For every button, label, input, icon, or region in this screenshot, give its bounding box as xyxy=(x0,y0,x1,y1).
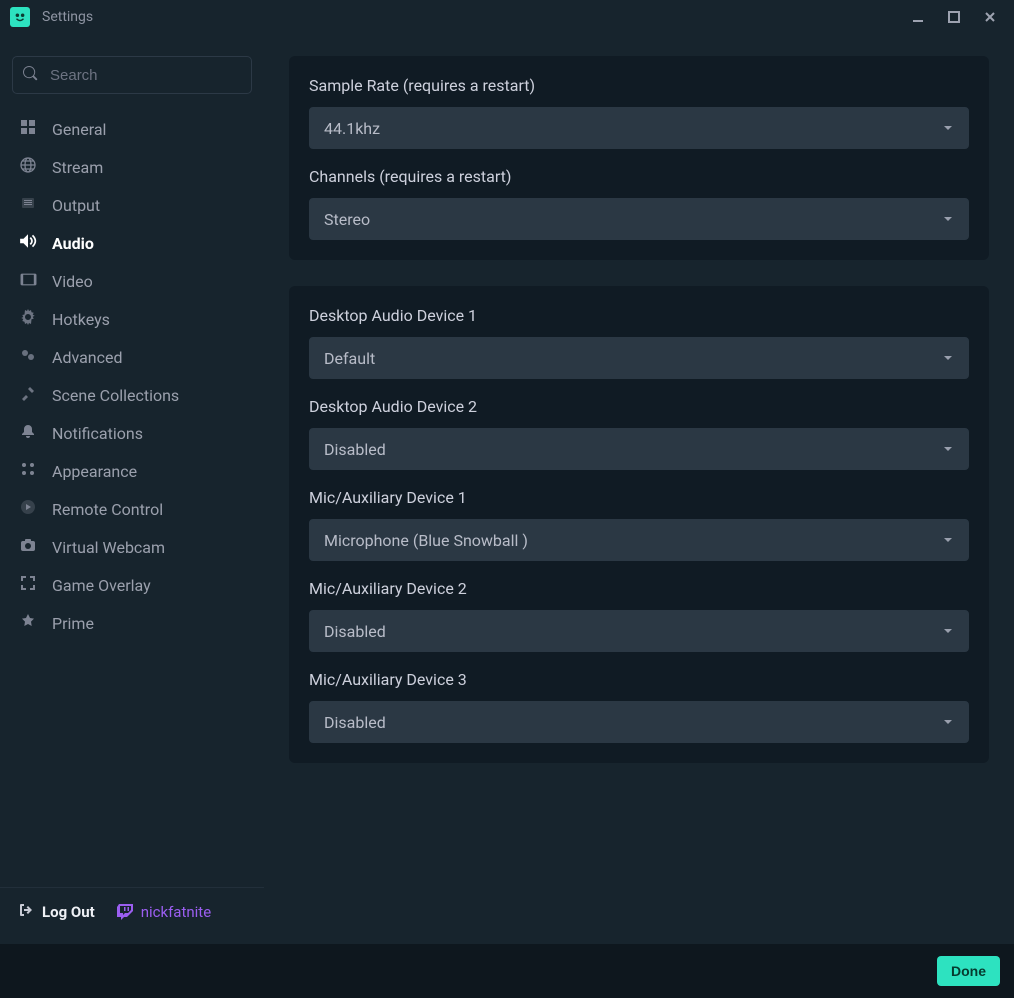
sidebar-item-game-overlay[interactable]: Game Overlay xyxy=(0,566,264,604)
gears-icon xyxy=(18,347,38,367)
mic-aux-3-select[interactable]: Disabled xyxy=(309,701,969,743)
channels-label: Channels (requires a restart) xyxy=(309,167,969,186)
sample-rate-select[interactable]: 44.1khz xyxy=(309,107,969,149)
mic-aux-3-label: Mic/Auxiliary Device 3 xyxy=(309,670,969,689)
select-value: Stereo xyxy=(324,210,370,229)
chevron-down-icon xyxy=(942,440,954,459)
chevron-down-icon xyxy=(942,531,954,550)
mic-aux-1-select[interactable]: Microphone (Blue Snowball ) xyxy=(309,519,969,561)
sidebar-item-appearance[interactable]: Appearance xyxy=(0,452,264,490)
desktop-audio-1-select[interactable]: Default xyxy=(309,337,969,379)
sidebar-item-remote-control[interactable]: Remote Control xyxy=(0,490,264,528)
chevron-down-icon xyxy=(942,713,954,732)
sidebar-item-output[interactable]: Output xyxy=(0,186,264,224)
mic-aux-2-label: Mic/Auxiliary Device 2 xyxy=(309,579,969,598)
gear-icon xyxy=(18,309,38,329)
expand-icon xyxy=(18,575,38,595)
maximize-button[interactable] xyxy=(936,2,972,32)
logout-button[interactable]: Log Out xyxy=(18,902,95,922)
footer-bar: Done xyxy=(0,944,1014,998)
bell-icon xyxy=(18,423,38,443)
mic-aux-2-select[interactable]: Disabled xyxy=(309,610,969,652)
audio-icon xyxy=(18,232,38,254)
chevron-down-icon xyxy=(942,349,954,368)
chevron-down-icon xyxy=(942,622,954,641)
sidebar-item-label: Stream xyxy=(52,158,103,177)
sidebar-item-label: Video xyxy=(52,272,93,291)
select-value: Disabled xyxy=(324,622,386,641)
title-bar: Settings xyxy=(0,0,1014,34)
video-icon xyxy=(18,271,38,292)
sidebar-item-label: Remote Control xyxy=(52,500,163,519)
sidebar-nav: General Stream Output xyxy=(0,102,264,642)
sidebar-item-label: Virtual Webcam xyxy=(52,538,165,557)
search-input[interactable] xyxy=(48,66,251,85)
tools-icon xyxy=(18,385,38,405)
sidebar: General Stream Output xyxy=(0,34,264,944)
select-value: Disabled xyxy=(324,440,386,459)
play-icon xyxy=(18,499,38,519)
sidebar-item-virtual-webcam[interactable]: Virtual Webcam xyxy=(0,528,264,566)
sidebar-item-stream[interactable]: Stream xyxy=(0,148,264,186)
desktop-audio-1-label: Desktop Audio Device 1 xyxy=(309,306,969,325)
settings-window: Settings xyxy=(0,0,1014,998)
mic-aux-1-label: Mic/Auxiliary Device 1 xyxy=(309,488,969,507)
logout-label: Log Out xyxy=(42,903,95,921)
search-input-wrapper[interactable] xyxy=(12,56,252,94)
search-icon xyxy=(23,66,38,85)
close-button[interactable] xyxy=(972,2,1008,32)
done-button[interactable]: Done xyxy=(937,956,1000,986)
sidebar-item-label: General xyxy=(52,120,106,139)
sidebar-item-label: Game Overlay xyxy=(52,576,151,595)
sidebar-item-label: Output xyxy=(52,196,100,215)
window-title: Settings xyxy=(42,9,93,25)
twitch-username: nickfatnite xyxy=(141,903,211,921)
sample-rate-label: Sample Rate (requires a restart) xyxy=(309,76,969,95)
sidebar-item-scene-collections[interactable]: Scene Collections xyxy=(0,376,264,414)
app-icon xyxy=(10,7,30,27)
twitch-user[interactable]: nickfatnite xyxy=(117,903,211,921)
sidebar-item-advanced[interactable]: Advanced xyxy=(0,338,264,376)
chevron-down-icon xyxy=(942,210,954,229)
appearance-icon xyxy=(18,461,38,481)
chevron-down-icon xyxy=(942,119,954,138)
select-value: Disabled xyxy=(324,713,386,732)
sidebar-item-general[interactable]: General xyxy=(0,110,264,148)
star-icon xyxy=(18,613,38,633)
desktop-audio-2-select[interactable]: Disabled xyxy=(309,428,969,470)
sidebar-item-label: Appearance xyxy=(52,462,137,481)
globe-icon xyxy=(18,157,38,177)
sidebar-item-video[interactable]: Video xyxy=(0,262,264,300)
sidebar-footer: Log Out nickfatnite xyxy=(0,887,264,944)
sidebar-item-label: Advanced xyxy=(52,348,123,367)
output-icon xyxy=(18,195,38,215)
select-value: Microphone (Blue Snowball ) xyxy=(324,531,528,550)
channels-select[interactable]: Stereo xyxy=(309,198,969,240)
minimize-button[interactable] xyxy=(900,2,936,32)
sidebar-item-label: Audio xyxy=(52,234,94,253)
twitch-icon xyxy=(117,904,133,920)
sidebar-item-label: Prime xyxy=(52,614,94,633)
audio-devices-panel: Desktop Audio Device 1 Default Desktop A… xyxy=(289,286,989,763)
sidebar-item-label: Scene Collections xyxy=(52,386,179,405)
sidebar-item-notifications[interactable]: Notifications xyxy=(0,414,264,452)
sidebar-item-label: Notifications xyxy=(52,424,143,443)
audio-general-panel: Sample Rate (requires a restart) 44.1khz… xyxy=(289,56,989,260)
sidebar-item-label: Hotkeys xyxy=(52,310,110,329)
select-value: Default xyxy=(324,349,375,368)
logout-icon xyxy=(18,902,34,922)
sidebar-item-hotkeys[interactable]: Hotkeys xyxy=(0,300,264,338)
grid-icon xyxy=(18,119,38,139)
desktop-audio-2-label: Desktop Audio Device 2 xyxy=(309,397,969,416)
settings-content: Sample Rate (requires a restart) 44.1khz… xyxy=(264,34,1014,944)
sidebar-item-audio[interactable]: Audio xyxy=(0,224,264,262)
select-value: 44.1khz xyxy=(324,119,380,138)
sidebar-item-prime[interactable]: Prime xyxy=(0,604,264,642)
camera-icon xyxy=(18,537,38,557)
